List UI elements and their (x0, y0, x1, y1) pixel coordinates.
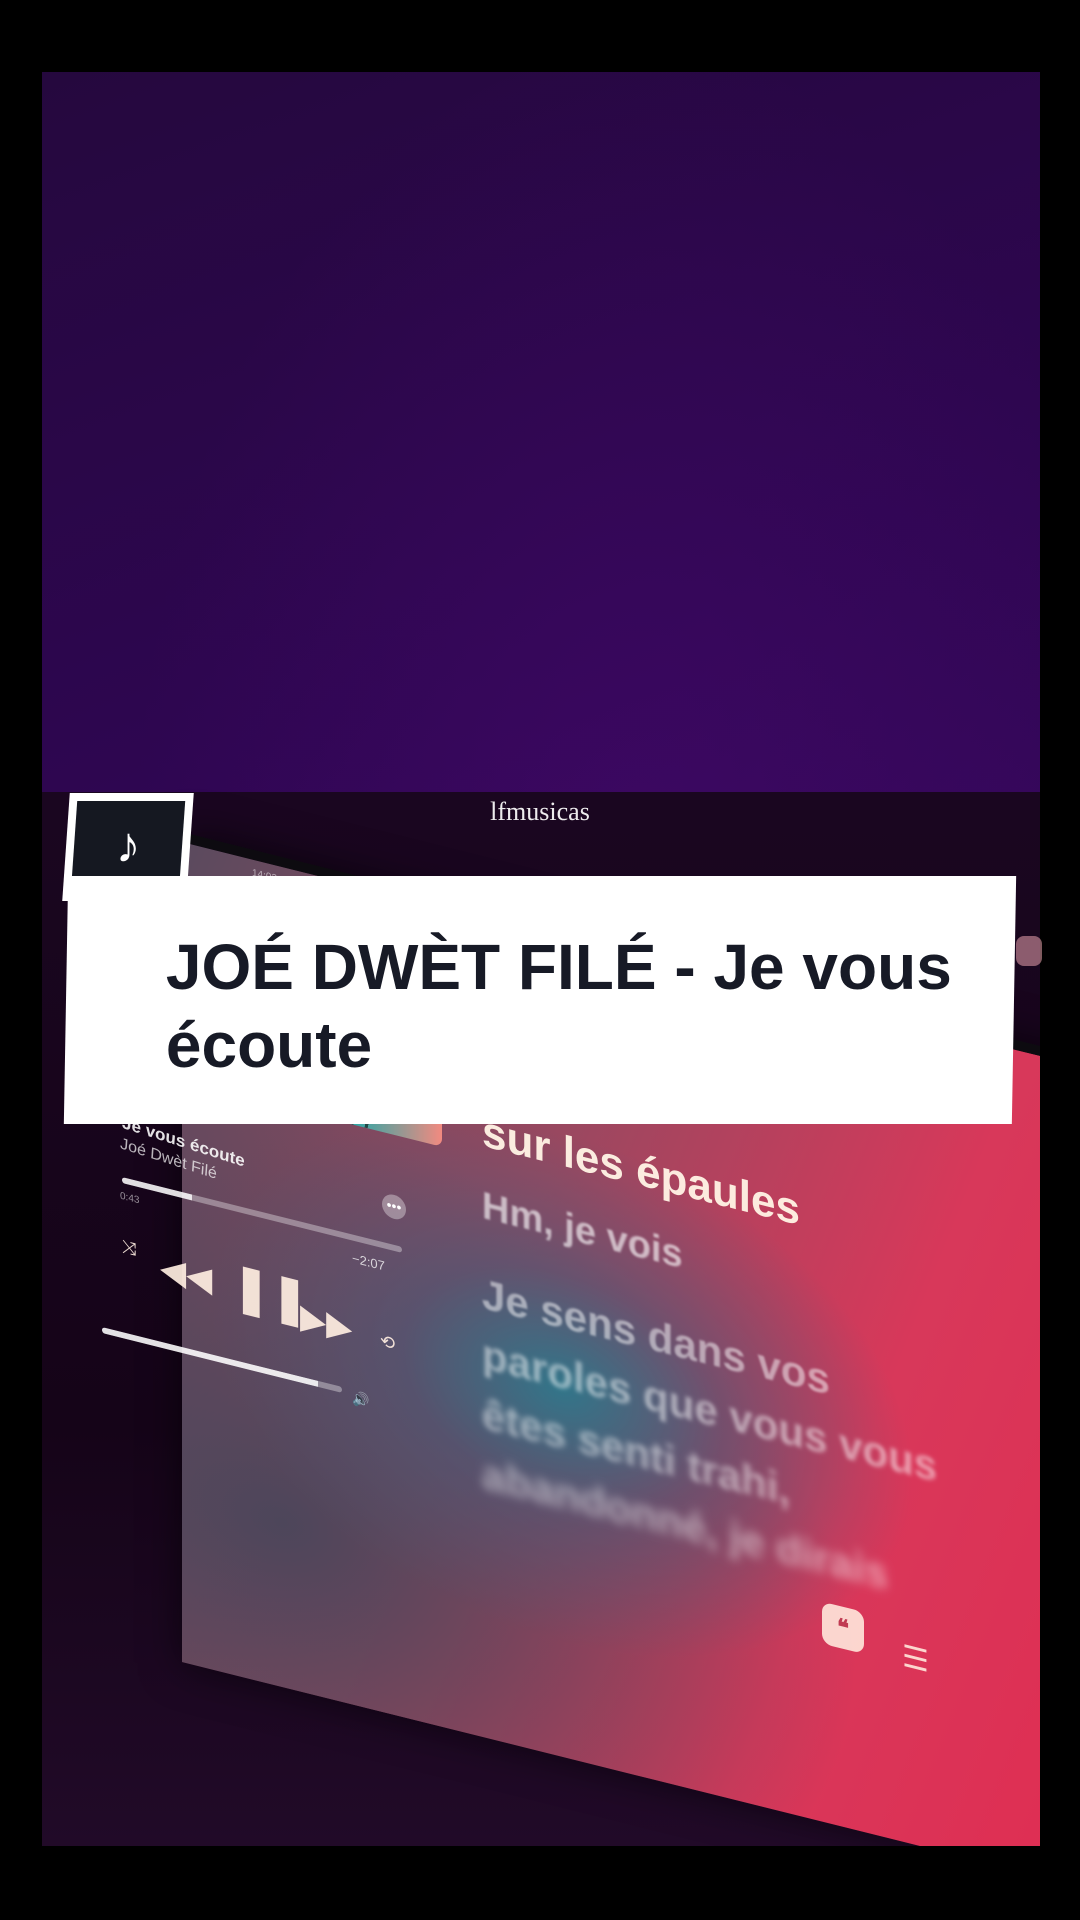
queue-icon[interactable]: ☰ (902, 1640, 929, 1680)
time-remaining: −2:07 (352, 1250, 385, 1274)
time-elapsed: 0:43 (120, 1190, 140, 1207)
playback-controls: ⤨ ◀◀ ❚❚ ▶▶ ⟲ (122, 1227, 422, 1362)
pause-icon[interactable]: ❚❚ (232, 1257, 309, 1328)
fast-forward-icon[interactable]: ▶▶ (300, 1297, 352, 1348)
shuffle-icon[interactable]: ⤨ (122, 1236, 136, 1260)
song-title: JOÉ DWÈT FILÉ - Je vous écoute (165, 931, 952, 1081)
repeat-icon[interactable]: ⟲ (380, 1330, 395, 1354)
rewind-icon[interactable]: ◀◀ (160, 1249, 212, 1300)
tiktok-icon: ♪ (115, 817, 141, 873)
edit-icon (1016, 936, 1042, 966)
video-frame: 14:02 Jeudi 10 février ••• Je vous écout… (0, 0, 1080, 1920)
title-card: JOÉ DWÈT FILÉ - Je vous écoute (63, 876, 1017, 1124)
volume-fill (102, 1327, 318, 1387)
lyrics-panel: sur les épaules Hm, je vois Je sens dans… (482, 1107, 1002, 1634)
lyrics-icon[interactable]: ❝ (822, 1601, 864, 1655)
more-icon[interactable]: ••• (382, 1191, 406, 1222)
speaker-icon: 🔊 (352, 1389, 370, 1410)
